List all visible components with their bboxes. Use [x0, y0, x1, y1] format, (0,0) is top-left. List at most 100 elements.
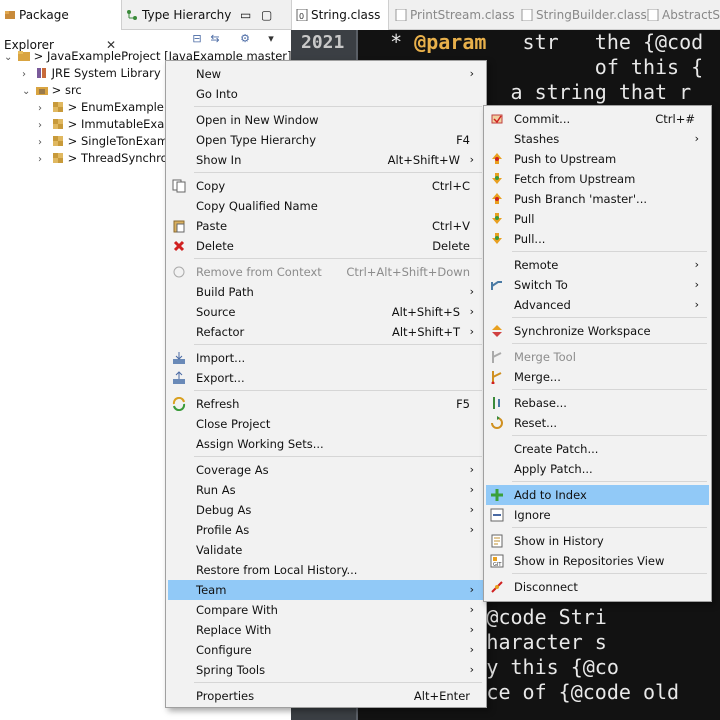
- tab-package-explorer[interactable]: Package Explorer ✕: [0, 0, 122, 52]
- menu-item-go-into[interactable]: Go Into: [168, 84, 484, 104]
- menu-item-copy[interactable]: Copy Ctrl+C: [168, 176, 484, 196]
- tab-type-hierarchy[interactable]: Type Hierarchy: [126, 0, 246, 30]
- menu-item-refactor[interactable]: Refactor Alt+Shift+T ›: [168, 322, 484, 342]
- team-item-commit[interactable]: Commit... Ctrl+#: [486, 109, 709, 129]
- package-label: > EnumExample: [67, 100, 164, 114]
- team-item-pull[interactable]: Pull: [486, 209, 709, 229]
- menu-item-properties[interactable]: Properties Alt+Enter: [168, 686, 484, 706]
- tree-row-package[interactable]: › > EnumExample: [38, 99, 164, 116]
- team-item-advanced[interactable]: Advanced ›: [486, 295, 709, 315]
- team-item-fetch-from-upstream[interactable]: Fetch from Upstream: [486, 169, 709, 189]
- team-item-create-patch[interactable]: Create Patch...: [486, 439, 709, 459]
- pull-dialog-icon: [492, 233, 502, 244]
- submenu-arrow-icon: ›: [469, 153, 474, 166]
- menu-item-shortcut: F4: [456, 133, 470, 147]
- team-item-synchronize-workspace[interactable]: Synchronize Workspace: [486, 321, 709, 341]
- menu-item-configure[interactable]: Configure ›: [168, 640, 484, 660]
- team-item-remote[interactable]: Remote ›: [486, 255, 709, 275]
- menu-item-build-path[interactable]: Build Path ›: [168, 282, 484, 302]
- menu-item-shortcut: Alt+Shift+T: [391, 325, 460, 339]
- menu-item-label: Push to Upstream: [514, 152, 617, 166]
- menu-item-open-in-new-window[interactable]: Open in New Window: [168, 110, 484, 130]
- team-item-ignore[interactable]: Ignore: [486, 505, 709, 525]
- menu-item-paste[interactable]: Paste Ctrl+V: [168, 216, 484, 236]
- editor-tab-label: AbstractS: [662, 8, 720, 22]
- tree-row-package[interactable]: › > ImmutableExamp: [38, 116, 183, 133]
- menu-item-label: Stashes: [514, 132, 560, 146]
- team-item-merge[interactable]: Merge...: [486, 367, 709, 387]
- expand-arrow-icon[interactable]: ›: [38, 151, 48, 168]
- team-item-stashes[interactable]: Stashes ›: [486, 129, 709, 149]
- editor-tab[interactable]: StringBuilder.class: [521, 0, 647, 30]
- menu-item-replace-with[interactable]: Replace With ›: [168, 620, 484, 640]
- team-item-push-branch-master[interactable]: Push Branch 'master'...: [486, 189, 709, 209]
- expand-arrow-icon[interactable]: ›: [38, 117, 48, 134]
- collapse-arrow-icon[interactable]: ⌄: [4, 49, 14, 66]
- collapse-all-icon[interactable]: ⊟: [190, 32, 204, 46]
- menu-item-profile-as[interactable]: Profile As ›: [168, 520, 484, 540]
- menu-item-spring-tools[interactable]: Spring Tools ›: [168, 660, 484, 680]
- menu-item-close-project[interactable]: Close Project: [168, 414, 484, 434]
- menu-item-refresh[interactable]: Refresh F5: [168, 394, 484, 414]
- team-item-reset[interactable]: Reset...: [486, 413, 709, 433]
- team-item-rebase[interactable]: Rebase...: [486, 393, 709, 413]
- package-icon: [52, 136, 63, 146]
- team-item-add-to-index[interactable]: Add to Index: [486, 485, 709, 505]
- team-item-push-to-upstream[interactable]: Push to Upstream: [486, 149, 709, 169]
- menu-item-show-in[interactable]: Show In Alt+Shift+W ›: [168, 150, 484, 170]
- type-hierarchy-icon: [127, 10, 137, 20]
- menu-item-compare-with[interactable]: Compare With ›: [168, 600, 484, 620]
- menu-item-assign-working-sets[interactable]: Assign Working Sets...: [168, 434, 484, 454]
- tree-row-jre[interactable]: › JRE System Library [Jav: [22, 65, 186, 82]
- menu-item-team[interactable]: Team ›: [168, 580, 484, 600]
- expand-arrow-icon[interactable]: ›: [22, 66, 32, 83]
- menu-item-export[interactable]: Export...: [168, 368, 484, 388]
- menu-item-label: Profile As: [196, 523, 250, 537]
- menu-item-restore-from-local-history[interactable]: Restore from Local History...: [168, 560, 484, 580]
- submenu-arrow-icon: ›: [694, 258, 699, 271]
- minimize-icon[interactable]: ▭: [240, 0, 254, 30]
- team-item-show-in-repositories-view[interactable]: GIT Show in Repositories View: [486, 551, 709, 571]
- project-icon: [17, 51, 30, 61]
- editor-tab[interactable]: PrintStream.class: [395, 0, 515, 30]
- filter-icon[interactable]: ⚙: [238, 32, 252, 46]
- menu-item-debug-as[interactable]: Debug As ›: [168, 500, 484, 520]
- disconnect-icon: [491, 581, 503, 593]
- reset-icon: [491, 416, 503, 429]
- collapse-arrow-icon[interactable]: ⌄: [22, 83, 32, 100]
- menu-item-run-as[interactable]: Run As ›: [168, 480, 484, 500]
- menu-item-new[interactable]: New ›: [168, 64, 484, 84]
- menu-item-validate[interactable]: Validate: [168, 540, 484, 560]
- menu-item-open-type-hierarchy[interactable]: Open Type Hierarchy F4: [168, 130, 484, 150]
- team-item-pull[interactable]: Pull...: [486, 229, 709, 249]
- maximize-icon[interactable]: ▢: [261, 0, 275, 30]
- menu-item-import[interactable]: Import...: [168, 348, 484, 368]
- menu-item-label: Open in New Window: [196, 113, 319, 127]
- javadoc-tag: @param: [414, 30, 487, 54]
- team-item-apply-patch[interactable]: Apply Patch...: [486, 459, 709, 479]
- menu-item-label: Properties: [196, 689, 255, 703]
- team-item-switch-to[interactable]: Switch To ›: [486, 275, 709, 295]
- menu-item-delete[interactable]: Delete Delete: [168, 236, 484, 256]
- menu-item-remove-from-context[interactable]: Remove from Context Ctrl+Alt+Shift+Down: [168, 262, 484, 282]
- editor-tab[interactable]: AbstractS: [647, 0, 720, 30]
- menu-item-label: Show In: [196, 153, 242, 167]
- tree-row-package[interactable]: › > SingleTonExampl: [38, 133, 179, 150]
- tree-row-package[interactable]: › > ThreadSynchroni: [38, 150, 178, 167]
- editor-tab[interactable]: 0 String.class: [291, 0, 389, 30]
- expand-arrow-icon[interactable]: ›: [38, 134, 48, 151]
- view-menu-icon[interactable]: ▾: [264, 32, 278, 46]
- menu-item-coverage-as[interactable]: Coverage As ›: [168, 460, 484, 480]
- copy-icon: [172, 179, 186, 193]
- menu-item-label: Compare With: [196, 603, 278, 617]
- tree-row-src[interactable]: ⌄ > src: [22, 82, 82, 99]
- expand-arrow-icon[interactable]: ›: [38, 100, 48, 117]
- submenu-arrow-icon: ›: [469, 663, 474, 676]
- team-item-show-in-history[interactable]: Show in History: [486, 531, 709, 551]
- menu-item-copy-qualified-name[interactable]: Copy Qualified Name: [168, 196, 484, 216]
- team-item-merge-tool[interactable]: Merge Tool: [486, 347, 709, 367]
- team-item-disconnect[interactable]: Disconnect: [486, 577, 709, 597]
- menu-item-source[interactable]: Source Alt+Shift+S ›: [168, 302, 484, 322]
- link-editor-icon[interactable]: ⇆: [208, 32, 222, 46]
- menu-item-shortcut: Ctrl+#: [655, 112, 695, 126]
